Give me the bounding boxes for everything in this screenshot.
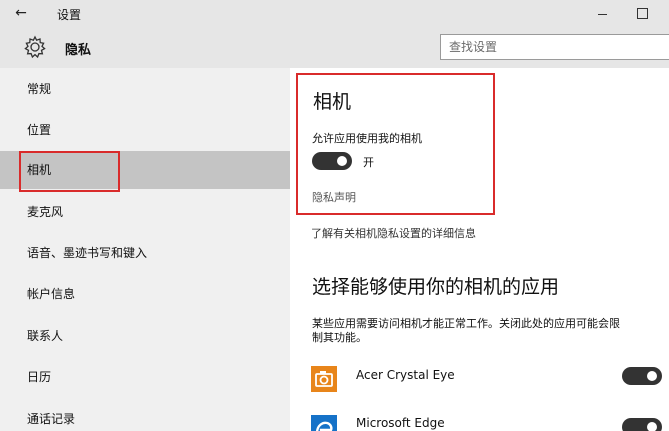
toggle-knob [647, 422, 657, 431]
learn-more-link[interactable]: 了解有关相机隐私设置的详细信息 [311, 225, 476, 241]
gear-icon [24, 35, 46, 59]
sidebar-item-call-history[interactable]: 通话记录 [0, 400, 290, 431]
description-line-1: 某些应用需要访问相机才能正常工作。关闭此处的应用可能会限 [312, 317, 620, 330]
search-input[interactable]: 查找设置 [440, 34, 669, 60]
title-bar: ← 设置 [0, 0, 669, 28]
sidebar-item-location[interactable]: 位置 [0, 111, 290, 149]
sidebar: 常规 位置 相机 麦克风 语音、墨迹书写和键入 帐户信息 联系人 日历 通话记录 [0, 68, 290, 431]
apps-description: 某些应用需要访问相机才能正常工作。关闭此处的应用可能会限 制其功能。 [312, 317, 669, 345]
page-title: 隐私 [65, 43, 92, 58]
sidebar-item-contacts[interactable]: 联系人 [0, 317, 290, 355]
allow-apps-label: 允许应用使用我的相机 [312, 132, 422, 145]
selection-highlight-box [19, 151, 120, 192]
window-title: 设置 [57, 8, 82, 22]
sidebar-item-general[interactable]: 常规 [0, 70, 290, 108]
maximize-icon[interactable] [632, 4, 652, 22]
toggle-knob [337, 156, 347, 166]
toggle-knob [647, 371, 657, 381]
camera-access-toggle[interactable] [312, 152, 352, 170]
toggle-state-label: 开 [363, 156, 374, 169]
header: 隐私 查找设置 [0, 28, 669, 68]
edge-icon [311, 415, 337, 431]
sidebar-item-calendar[interactable]: 日历 [0, 358, 290, 396]
app-name-microsoft-edge: Microsoft Edge [356, 416, 445, 430]
edge-glyph-icon [315, 421, 333, 431]
back-arrow-icon[interactable]: ← [10, 3, 32, 23]
acer-crystal-eye-toggle[interactable] [622, 367, 662, 385]
app-name-acer-crystal-eye: Acer Crystal Eye [356, 368, 455, 382]
camera-glyph-icon [315, 371, 333, 387]
description-line-2: 制其功能。 [312, 331, 367, 344]
minimize-icon[interactable] [593, 4, 613, 22]
choose-apps-title: 选择能够使用你的相机的应用 [312, 276, 560, 298]
sidebar-item-microphone[interactable]: 麦克风 [0, 193, 290, 231]
sidebar-item-account-info[interactable]: 帐户信息 [0, 275, 290, 313]
sidebar-item-speech[interactable]: 语音、墨迹书写和键入 [0, 234, 290, 272]
camera-app-icon [311, 366, 337, 392]
privacy-statement-link[interactable]: 隐私声明 [312, 189, 356, 205]
section-title-camera: 相机 [313, 91, 352, 113]
microsoft-edge-toggle[interactable] [622, 418, 662, 431]
